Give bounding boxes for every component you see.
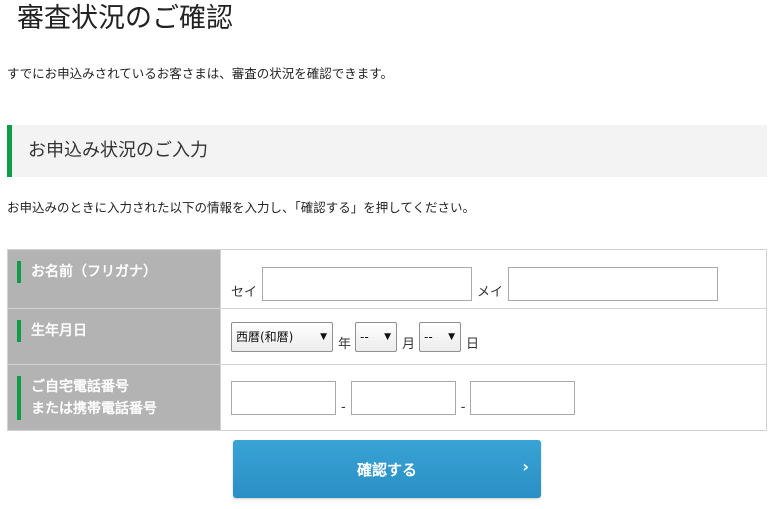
phone-part1-input[interactable] [231, 380, 336, 415]
mei-label: メイ [477, 284, 504, 300]
mei-input[interactable] [508, 266, 719, 301]
phone-part3-input[interactable] [470, 380, 576, 415]
phone-label-cell: ご自宅電話番号 または携帯電話番号 [7, 364, 221, 431]
month-unit: 月 [402, 336, 416, 352]
instruction-text: お申込みのときに入力された以下の情報を入力し、「確認する」を押してください。 [7, 200, 476, 215]
name-value-cell: セイ メイ [220, 249, 767, 309]
day-select[interactable]: -- ▼ [419, 321, 462, 352]
year-unit: 年 [338, 336, 352, 352]
section-heading: お申込み状況のご入力 [7, 125, 767, 177]
confirm-button-label: 確認する [356, 460, 417, 479]
era-select-value: 西暦(和暦) [236, 330, 294, 344]
sei-label: セイ [231, 284, 258, 300]
dropdown-arrow-icon: ▼ [448, 331, 456, 342]
intro-text: すでにお申込みされているお客さまは、審査の状況を確認できます。 [7, 66, 394, 81]
month-select-value: -- [360, 329, 369, 344]
day-select-value: -- [424, 329, 433, 344]
month-select[interactable]: -- ▼ [355, 321, 398, 352]
name-row: お名前（フリガナ） セイ メイ [7, 249, 767, 309]
name-label-cell: お名前（フリガナ） [7, 249, 221, 309]
phone-label-line1: ご自宅電話番号 [31, 379, 129, 395]
day-unit: 日 [466, 336, 480, 352]
birthdate-label-cell: 生年月日 [7, 308, 221, 365]
phone-label-line2: または携帯電話番号 [31, 401, 157, 417]
dropdown-arrow-icon: ▼ [320, 331, 327, 342]
name-label: お名前（フリガナ） [31, 264, 157, 280]
phone-value-cell: - - [220, 364, 767, 431]
birthdate-row: 生年月日 西暦(和暦) ▼ 年 -- ▼ 月 -- ▼ 日 [7, 308, 767, 365]
sei-input[interactable] [262, 266, 473, 301]
confirm-button[interactable]: 確認する › [233, 440, 541, 498]
application-status-form: お名前（フリガナ） セイ メイ 生年月日 西暦(和暦) ▼ 年 -- ▼ 月 -… [7, 249, 767, 431]
chevron-right-icon: › [522, 457, 529, 476]
phone-row: ご自宅電話番号 または携帯電話番号 - - [7, 364, 767, 431]
phone-separator: - [341, 399, 346, 415]
phone-part2-input[interactable] [350, 380, 456, 415]
label-accent-bar [17, 320, 21, 342]
dropdown-arrow-icon: ▼ [384, 331, 392, 342]
birthdate-label: 生年月日 [31, 323, 87, 339]
label-accent-bar [17, 376, 21, 420]
birthdate-value-cell: 西暦(和暦) ▼ 年 -- ▼ 月 -- ▼ 日 [220, 308, 767, 365]
page-title: 審査状況のご確認 [17, 3, 233, 34]
era-select[interactable]: 西暦(和暦) ▼ [231, 321, 333, 352]
phone-separator: - [460, 399, 466, 415]
label-accent-bar [17, 261, 21, 283]
section-heading-text: お申込み状況のご入力 [28, 140, 208, 161]
